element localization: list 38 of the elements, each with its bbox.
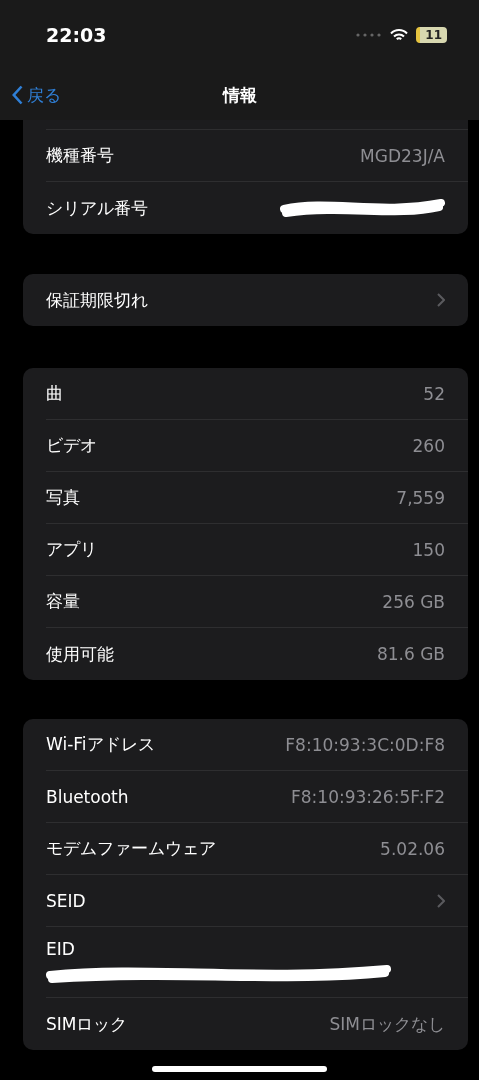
row-value: 81.6 GB	[376, 644, 445, 664]
chevron-right-icon	[437, 293, 445, 307]
row-label: SIMロック	[46, 1012, 128, 1036]
row-value: F8:10:93:26:5F:F2	[291, 786, 445, 807]
row-value: MGD23J/A	[360, 145, 445, 166]
row-value: 7,559	[396, 487, 445, 508]
nav-title: 情報	[222, 83, 257, 107]
row-label: SEID	[46, 890, 86, 911]
back-link[interactable]: 戻る	[12, 83, 223, 107]
row-label: モデムファームウェア	[46, 837, 216, 860]
row-value: 5.02.06	[380, 838, 445, 859]
back-label[interactable]: 戻る	[27, 83, 61, 107]
row-value: 260	[412, 435, 445, 456]
row-value: 150	[412, 539, 445, 560]
chevron-left-icon	[12, 85, 23, 105]
row-label: 保証期限切れ	[46, 288, 148, 312]
row-label: 使用可能	[46, 642, 114, 666]
wifi-icon	[390, 28, 409, 42]
row-label: 写真	[46, 486, 80, 509]
row-value: 256 GB	[382, 591, 445, 612]
settings-row[interactable]: 保証期限切れ	[46, 274, 468, 326]
row-value: 52	[423, 383, 445, 404]
settings-row[interactable]: SEID	[46, 875, 468, 927]
row-label: Wi-Fiアドレス	[46, 733, 155, 756]
row-label: アプリ	[46, 538, 97, 561]
row-label: シリアル番号	[46, 196, 148, 220]
row-label: Bluetooth	[46, 786, 129, 807]
row-value: SIMロックなし	[329, 1012, 445, 1036]
row-label: 機種番号	[46, 144, 114, 167]
signal-icon	[356, 33, 383, 37]
chevron-right-icon	[437, 893, 445, 908]
row-label: 容量	[46, 590, 80, 613]
row-value: F8:10:93:3C:0D:F8	[285, 734, 445, 755]
row-label: ビデオ	[46, 434, 97, 457]
battery-indicator: 11	[416, 27, 447, 43]
status-time: 22:03	[46, 24, 107, 46]
row-label: 曲	[46, 382, 63, 405]
row-label: EID	[46, 939, 76, 959]
